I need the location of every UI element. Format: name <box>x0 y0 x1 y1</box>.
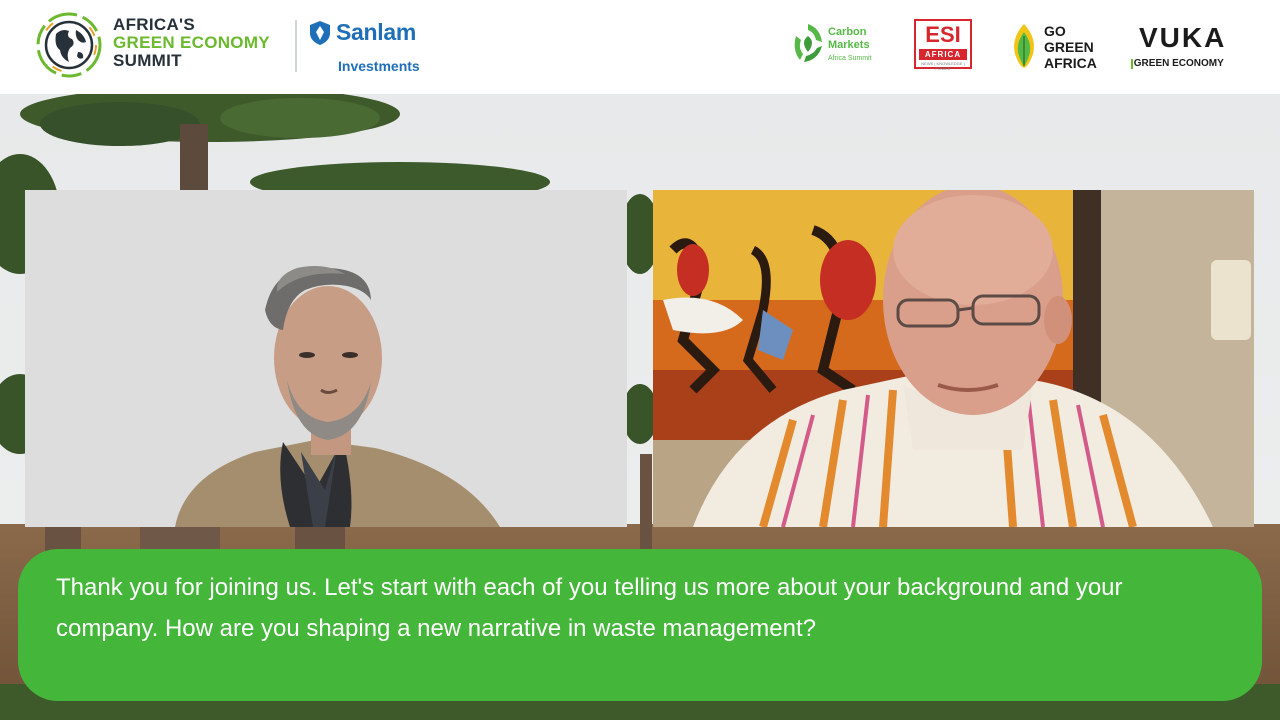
participant-right-video <box>653 190 1254 527</box>
go-green-line-2: GREEN <box>1044 39 1094 55</box>
esi-africa: AFRICA <box>919 49 967 60</box>
go-green-line-3: AFRICA <box>1044 55 1097 71</box>
sponsor-header: AFRICA'S GREEN ECONOMY SUMMIT Sanlam Inv… <box>0 0 1280 94</box>
leaf-flame-icon <box>1014 24 1034 68</box>
carbon-markets-line-3: Africa Summit <box>828 55 872 62</box>
carbon-markets-line-1: Carbon <box>828 26 867 38</box>
recycle-leaf-icon <box>794 24 822 62</box>
go-green-africa-logo: GO GREEN AFRICA <box>1044 23 1097 71</box>
summit-title: AFRICA'S GREEN ECONOMY SUMMIT <box>113 16 270 70</box>
summit-line-3: SUMMIT <box>113 51 182 70</box>
sanlam-sub: Investments <box>338 58 420 74</box>
globe-icon <box>36 12 102 78</box>
sanlam-name: Sanlam <box>336 19 417 45</box>
esi-tagline: NEWS | KNOWLEDGE | POWER <box>921 61 965 71</box>
participant-video-tile-left[interactable] <box>25 190 627 527</box>
esi-africa-logo: ESI AFRICA NEWS | KNOWLEDGE | POWER <box>914 19 972 71</box>
participant-left-video <box>25 190 627 527</box>
header-divider <box>295 20 297 72</box>
vuka-logo: VUKA <box>1139 22 1227 53</box>
caption-text: Thank you for joining us. Let's start wi… <box>56 574 1123 642</box>
summit-line-1: AFRICA'S <box>113 15 195 34</box>
sanlam-shield-icon <box>310 21 330 45</box>
vuka-sub-text: GREEN ECONOMY <box>1133 58 1224 69</box>
carbon-markets-logo: Carbon Markets Africa Summit <box>828 26 872 65</box>
carbon-markets-line-2: Markets <box>828 39 870 51</box>
summit-line-2: GREEN ECONOMY <box>113 33 270 52</box>
vuka-sub: GREEN ECONOMY <box>1131 58 1224 69</box>
question-caption-banner: Thank you for joining us. Let's start wi… <box>18 549 1262 701</box>
participant-video-tile-right[interactable] <box>653 190 1254 527</box>
esi-main: ESI <box>925 22 961 47</box>
go-green-line-1: GO <box>1044 23 1066 39</box>
